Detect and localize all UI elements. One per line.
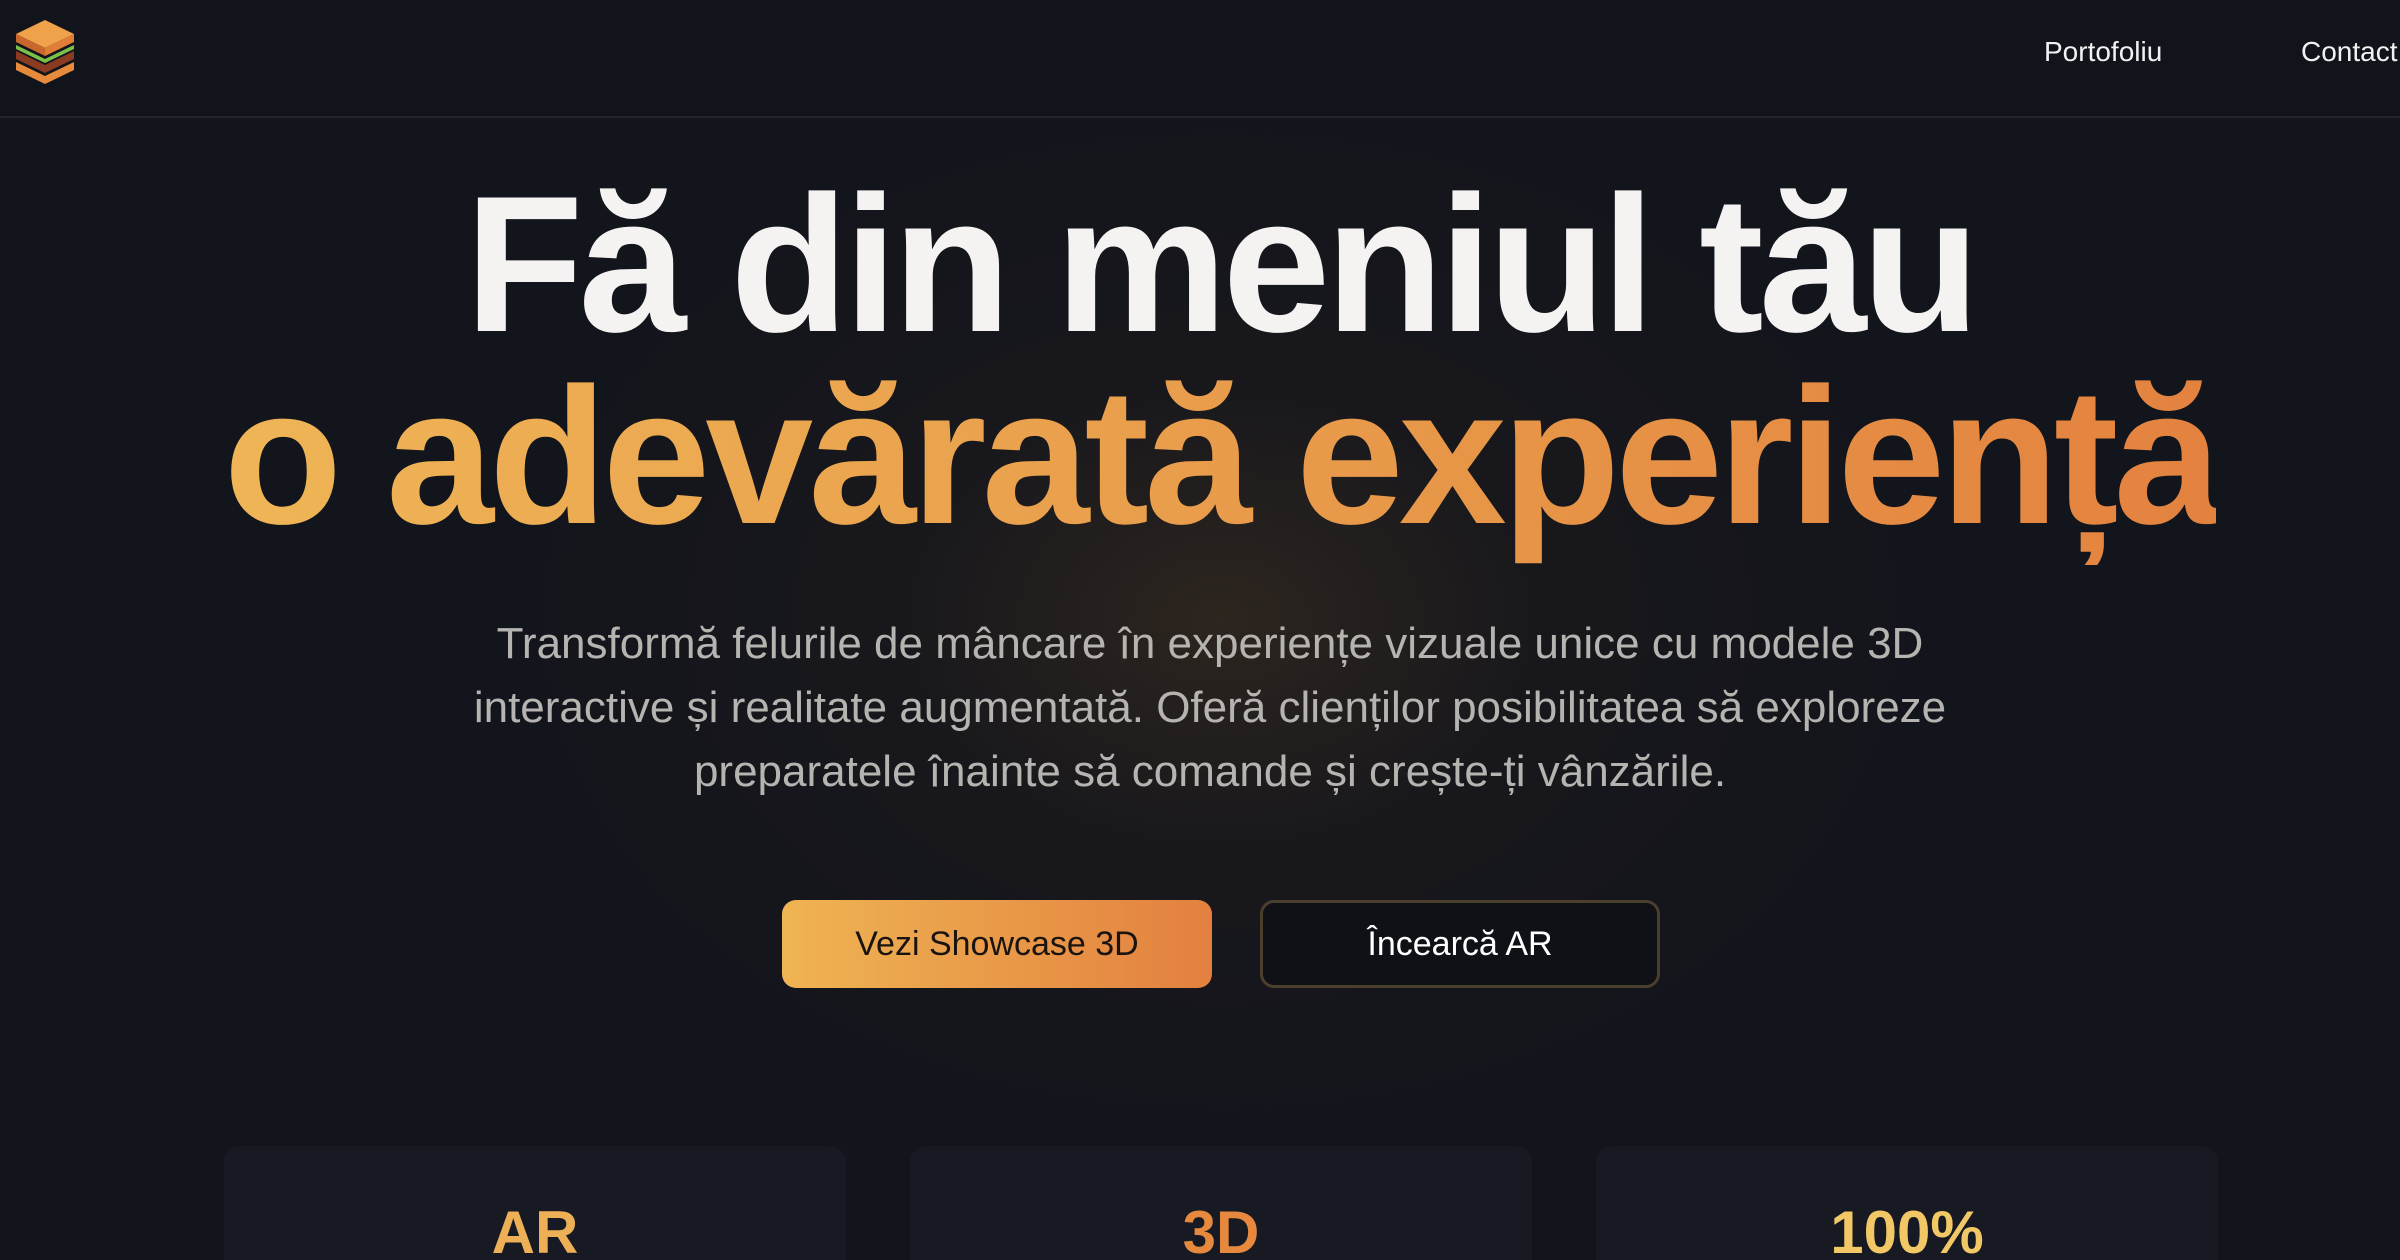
stat-card-ar: AR <box>224 1146 846 1260</box>
hero-title-accent-text: o adevărată experiență <box>223 348 2222 565</box>
stat-value: 3D <box>1182 1199 1260 1260</box>
stat-value: AR <box>491 1199 579 1260</box>
nav-link-contact[interactable]: Contact <box>2301 32 2398 72</box>
burger-icon[interactable] <box>12 18 78 88</box>
stat-card-3d: 3D <box>910 1146 1532 1260</box>
nav-link-portfolio[interactable]: Portofoliu <box>2044 32 2162 72</box>
hero-subtitle: Transformă felurile de mâncare în experi… <box>473 619 1947 796</box>
stat-value: 100% <box>1830 1199 1984 1260</box>
hero-title-line-2: o adevărată experiență <box>20 352 2400 562</box>
stat-card-percent: 100% <box>1596 1146 2218 1260</box>
top-navigation-bar: Portofoliu Contact <box>0 0 2400 118</box>
landing-page: Portofoliu Contact Fă din meniul tău o a… <box>0 0 2400 1260</box>
view-3d-showcase-button[interactable]: Vezi Showcase 3D <box>782 900 1212 988</box>
try-ar-button[interactable]: Încearcă AR <box>1260 900 1660 988</box>
hero-title-line-1: Fă din meniul tău <box>464 156 1980 373</box>
